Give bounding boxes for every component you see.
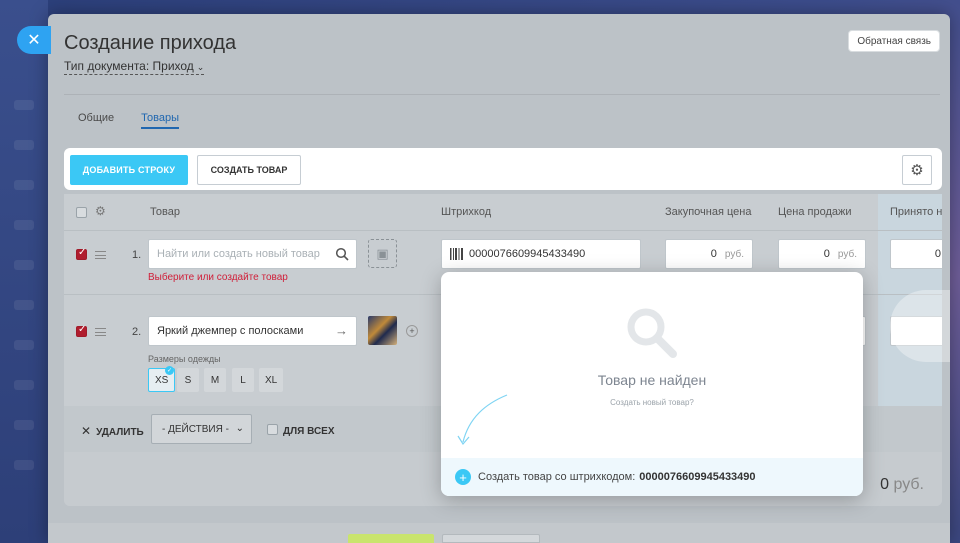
- create-product-button[interactable]: СОЗДАТЬ ТОВАР: [197, 155, 301, 185]
- product-input[interactable]: Яркий джемпер с полосками →: [148, 316, 357, 346]
- actions-select[interactable]: - ДЕЙСТВИЯ - ⌄: [151, 414, 252, 444]
- create-with-barcode-label: Создать товар со штрихкодом:: [478, 471, 636, 483]
- size-option-m[interactable]: M: [204, 368, 226, 392]
- doc-type-label: Тип документа: Приход: [64, 59, 194, 73]
- page-title: Создание прихода: [64, 32, 237, 54]
- barcode-icon: [450, 248, 463, 260]
- not-found-title: Товар не найден: [597, 372, 707, 388]
- for-all-checkbox[interactable]: [267, 424, 278, 435]
- total-value: 0: [880, 476, 890, 493]
- gear-icon[interactable]: ⚙: [95, 204, 106, 218]
- header-divider: [64, 94, 940, 95]
- for-all-toggle[interactable]: ДЛЯ ВСЕХ: [267, 424, 335, 437]
- row-number: 1.: [132, 249, 142, 261]
- sizes-label: Размеры одежды: [148, 354, 221, 364]
- bottom-button-bar: [48, 523, 950, 543]
- sale-price-input[interactable]: 0 руб.: [778, 239, 866, 269]
- doc-type-selector[interactable]: Тип документа: Приход ⌄: [64, 59, 205, 75]
- delete-button[interactable]: ✕ УДАЛИТЬ: [81, 424, 144, 438]
- close-slider-button[interactable]: ✕: [17, 26, 51, 54]
- drag-handle-icon[interactable]: [95, 251, 106, 259]
- sale-price-value: 0: [823, 248, 830, 260]
- size-option-l[interactable]: L: [232, 368, 254, 392]
- total-currency: руб.: [893, 476, 924, 493]
- actions-label: - ДЕЙСТВИЯ -: [162, 423, 229, 435]
- save-button[interactable]: [348, 534, 434, 543]
- add-image-icon[interactable]: +: [406, 325, 418, 337]
- create-with-barcode-button[interactable]: + Создать товар со штрихкодом: 0000076609…: [441, 458, 863, 496]
- column-header-accepted: Принято н: [890, 206, 942, 218]
- product-error-text: Выберите или создайте товар: [148, 272, 288, 283]
- column-header-product: Товар: [150, 206, 180, 218]
- column-header-sale-price: Цена продажи: [778, 206, 852, 218]
- chevron-down-icon: ⌄: [196, 62, 205, 72]
- column-header-purchase-price: Закупочная цена: [665, 206, 752, 218]
- row-checkbox[interactable]: [76, 247, 87, 260]
- currency-label: руб.: [837, 248, 857, 260]
- gear-icon: ⚙: [910, 162, 924, 179]
- curved-arrow-icon: [457, 394, 508, 446]
- currency-label: руб.: [724, 248, 744, 260]
- purchase-price-input[interactable]: 0 руб.: [665, 239, 753, 269]
- row-checkbox[interactable]: [76, 324, 87, 337]
- tabs: Общие Товары: [78, 112, 180, 129]
- size-option-xl[interactable]: XL: [259, 368, 284, 392]
- image-placeholder-icon[interactable]: ▣: [368, 239, 397, 268]
- purchase-price-value: 0: [710, 248, 717, 260]
- chevron-right-icon: ›: [904, 310, 913, 341]
- create-with-barcode-value: 0000076609945433490: [639, 471, 756, 483]
- size-option-s[interactable]: S: [177, 368, 199, 392]
- check-icon: ✓: [165, 366, 174, 375]
- barcode-input[interactable]: 0000076609945433490: [441, 239, 641, 269]
- product-thumbnail[interactable]: [368, 316, 397, 345]
- search-icon: [627, 308, 677, 358]
- close-icon: ✕: [27, 32, 41, 49]
- arrow-right-icon[interactable]: →: [335, 323, 348, 338]
- delete-label: УДАЛИТЬ: [96, 427, 144, 438]
- product-search-input[interactable]: Найти или создать новый товар: [148, 239, 357, 269]
- accepted-quantity-input[interactable]: 0: [890, 239, 942, 269]
- for-all-label: ДЛЯ ВСЕХ: [283, 426, 335, 437]
- drag-handle-icon[interactable]: [95, 328, 106, 336]
- chevron-down-icon: ⌄: [235, 423, 244, 434]
- row-number: 2.: [132, 326, 142, 338]
- grid-header: ⚙ Товар Штрихкод Закупочная цена Цена пр…: [64, 194, 942, 230]
- column-header-barcode: Штрихкод: [441, 206, 492, 218]
- row-divider: [64, 230, 942, 231]
- grid-settings-button[interactable]: ⚙: [902, 155, 932, 185]
- product-name: Яркий джемпер с полосками: [157, 325, 304, 337]
- grid-toolbar: ДОБАВИТЬ СТРОКУ СОЗДАТЬ ТОВАР ⚙: [64, 148, 942, 190]
- cancel-button[interactable]: [442, 534, 540, 543]
- select-all-checkbox[interactable]: [76, 207, 87, 218]
- total-amount: 0 руб.: [880, 476, 924, 494]
- close-icon: ✕: [81, 424, 92, 438]
- product-search-placeholder: Найти или создать новый товар: [157, 248, 320, 260]
- feedback-button[interactable]: Обратная связь: [848, 30, 940, 52]
- tab-general[interactable]: Общие: [78, 112, 114, 129]
- accepted-quantity-value: 0: [934, 248, 941, 260]
- add-row-button[interactable]: ДОБАВИТЬ СТРОКУ: [70, 155, 188, 185]
- barcode-search-popup: Товар не найден Создать новый товар? + С…: [441, 272, 863, 496]
- tab-products[interactable]: Товары: [141, 112, 180, 129]
- barcode-value: 0000076609945433490: [469, 248, 586, 260]
- search-icon[interactable]: [335, 247, 349, 261]
- background-sidebar: [0, 0, 48, 543]
- plus-icon: +: [455, 469, 471, 485]
